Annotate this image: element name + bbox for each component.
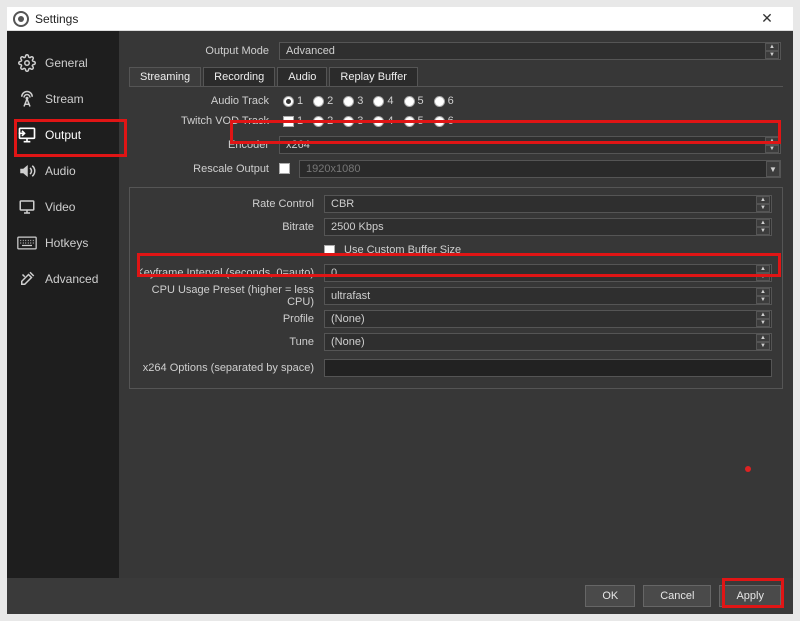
radio-icon (434, 96, 445, 107)
tune-select[interactable]: (None)▲▼ (324, 333, 772, 351)
spinner-icon[interactable]: ▲▼ (756, 196, 770, 212)
vod-track-2[interactable]: 2 (313, 115, 333, 127)
output-mode-label: Output Mode (119, 45, 279, 57)
sidebar-item-advanced[interactable]: Advanced (7, 261, 119, 297)
spinner-icon[interactable]: ▲▼ (756, 265, 770, 281)
sidebar-item-label: Audio (45, 164, 76, 178)
radio-icon (373, 116, 384, 127)
bottom-bar: OK Cancel Apply (7, 578, 793, 614)
encoder-select[interactable]: x264 ▲▼ (279, 136, 781, 154)
profile-label: Profile (134, 313, 324, 325)
vod-track-6[interactable]: 6 (434, 115, 454, 127)
audio-track-3[interactable]: 3 (343, 95, 363, 107)
checkbox-icon (283, 116, 294, 127)
tab-recording[interactable]: Recording (203, 67, 275, 86)
twitch-vod-track-label: Twitch VOD Track (119, 115, 279, 127)
audio-track-6[interactable]: 6 (434, 95, 454, 107)
gear-icon (17, 53, 37, 73)
sidebar-item-stream[interactable]: Stream (7, 81, 119, 117)
audio-track-5[interactable]: 5 (404, 95, 424, 107)
twitch-vod-track-options: 1 2 3 4 5 6 (283, 115, 454, 127)
sidebar-item-audio[interactable]: Audio (7, 153, 119, 189)
monitor-icon (17, 197, 37, 217)
ok-button[interactable]: OK (585, 585, 635, 607)
rescale-checkbox[interactable] (279, 163, 290, 174)
radio-icon (343, 116, 354, 127)
radio-icon (313, 96, 324, 107)
bitrate-label: Bitrate (134, 221, 324, 233)
radio-icon (313, 116, 324, 127)
antenna-icon (17, 89, 37, 109)
audio-track-label: Audio Track (119, 95, 279, 107)
vod-track-5[interactable]: 5 (404, 115, 424, 127)
rate-control-label: Rate Control (134, 198, 324, 210)
sidebar-item-label: Advanced (45, 272, 98, 286)
x264-options-input[interactable] (324, 359, 772, 377)
sidebar-item-label: Stream (45, 92, 84, 106)
radio-icon (434, 116, 445, 127)
sidebar-item-label: General (45, 56, 88, 70)
cancel-button[interactable]: Cancel (643, 585, 711, 607)
apply-button[interactable]: Apply (719, 585, 781, 607)
bitrate-input[interactable]: 2500 Kbps▲▼ (324, 218, 772, 236)
spinner-icon[interactable]: ▲▼ (756, 219, 770, 235)
window-title: Settings (35, 12, 747, 26)
tune-label: Tune (134, 336, 324, 348)
settings-content: Output Mode Advanced ▲▼ Streaming Record… (119, 31, 793, 578)
radio-icon (283, 96, 294, 107)
encoder-label: Encoder (119, 139, 279, 151)
tools-icon (17, 269, 37, 289)
audio-track-1[interactable]: 1 (283, 95, 303, 107)
audio-track-2[interactable]: 2 (313, 95, 333, 107)
speaker-icon (17, 161, 37, 181)
rate-control-select[interactable]: CBR▲▼ (324, 195, 772, 213)
x264-options-label: x264 Options (separated by space) (134, 362, 324, 374)
tab-streaming[interactable]: Streaming (129, 67, 201, 86)
radio-icon (404, 116, 415, 127)
tab-replay-buffer[interactable]: Replay Buffer (329, 67, 417, 86)
output-tabs: Streaming Recording Audio Replay Buffer (129, 67, 793, 86)
cpu-preset-select[interactable]: ultrafast▲▼ (324, 287, 772, 305)
spinner-icon[interactable]: ▲▼ (765, 43, 779, 59)
tab-audio[interactable]: Audio (277, 67, 327, 86)
monitor-arrow-icon (17, 125, 37, 145)
sidebar-item-video[interactable]: Video (7, 189, 119, 225)
spinner-icon[interactable]: ▲▼ (756, 334, 770, 350)
titlebar: Settings ✕ (7, 7, 793, 31)
sidebar-item-label: Hotkeys (45, 236, 88, 250)
sidebar-item-label: Output (45, 128, 81, 142)
rescale-label: Rescale Output (119, 163, 279, 175)
custom-buffer-checkbox[interactable] (324, 245, 335, 256)
sidebar-item-hotkeys[interactable]: Hotkeys (7, 225, 119, 261)
vod-track-3[interactable]: 3 (343, 115, 363, 127)
radio-icon (373, 96, 384, 107)
radio-icon (404, 96, 415, 107)
rescale-resolution-input[interactable]: 1920x1080 ▼ (299, 160, 781, 178)
vod-track-1[interactable]: 1 (283, 115, 303, 127)
vod-track-4[interactable]: 4 (373, 115, 393, 127)
sidebar-item-label: Video (45, 200, 75, 214)
keyframe-label: Keyframe Interval (seconds, 0=auto) (134, 267, 324, 279)
highlight-dot (745, 466, 751, 472)
app-icon (13, 11, 29, 27)
audio-track-4[interactable]: 4 (373, 95, 393, 107)
custom-buffer-label: Use Custom Buffer Size (344, 244, 461, 256)
sidebar-item-output[interactable]: Output (7, 117, 119, 153)
radio-icon (343, 96, 354, 107)
keyboard-icon (17, 233, 37, 253)
sidebar-item-general[interactable]: General (7, 45, 119, 81)
audio-track-options: 1 2 3 4 5 6 (283, 95, 454, 107)
chevron-down-icon[interactable]: ▼ (766, 161, 780, 177)
profile-select[interactable]: (None)▲▼ (324, 310, 772, 328)
spinner-icon[interactable]: ▲▼ (765, 137, 779, 153)
close-icon[interactable]: ✕ (747, 10, 787, 27)
spinner-icon[interactable]: ▲▼ (756, 311, 770, 327)
sidebar: General Stream Output Audio Video Hotkey… (7, 31, 119, 578)
output-mode-select[interactable]: Advanced ▲▼ (279, 42, 781, 60)
keyframe-input[interactable]: 0▲▼ (324, 264, 772, 282)
spinner-icon[interactable]: ▲▼ (756, 288, 770, 304)
encoder-settings-panel: Rate Control CBR▲▼ Bitrate 2500 Kbps▲▼ U… (129, 187, 783, 389)
cpu-preset-label: CPU Usage Preset (higher = less CPU) (134, 284, 324, 308)
